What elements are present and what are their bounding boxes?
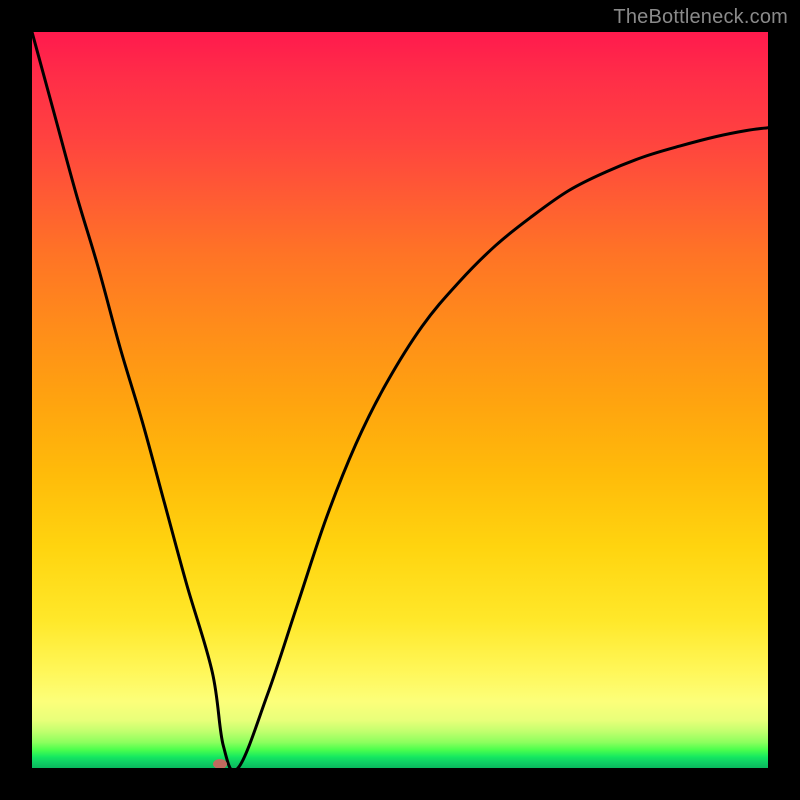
plot-area: [32, 32, 768, 768]
optimum-marker: [213, 759, 227, 768]
chart-frame: TheBottleneck.com: [0, 0, 800, 800]
bottleneck-curve: [32, 32, 768, 768]
watermark-text: TheBottleneck.com: [613, 6, 788, 29]
